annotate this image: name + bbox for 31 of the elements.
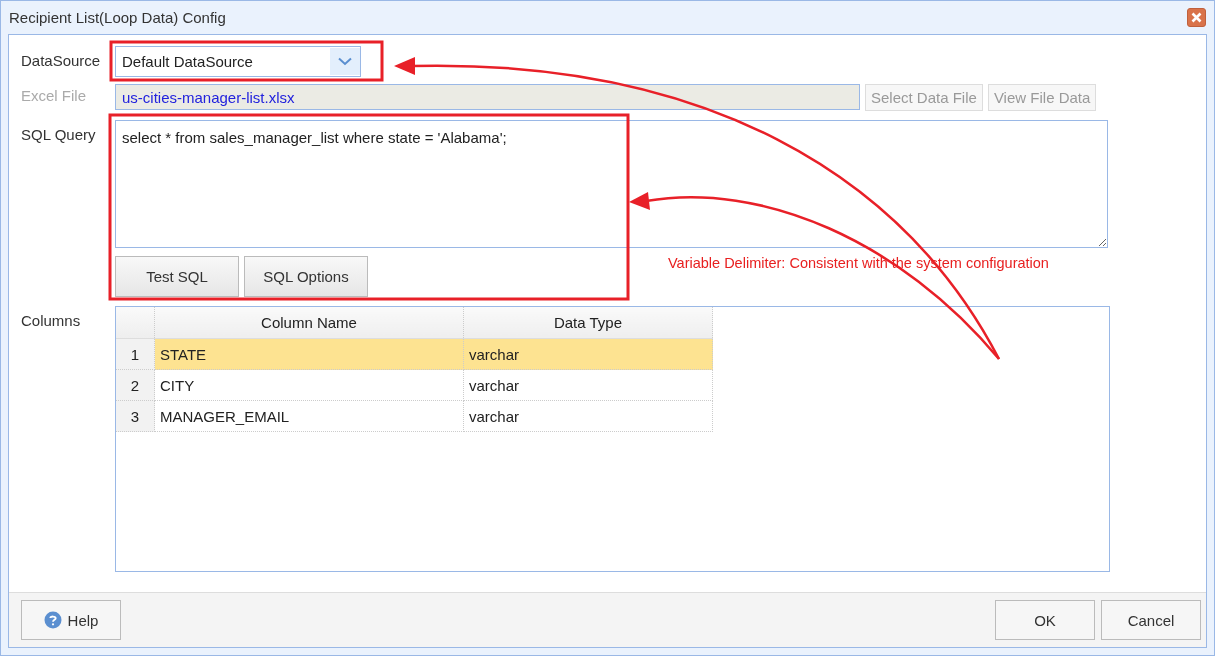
field-label: DataSource [21, 51, 102, 71]
cancel-button[interactable]: Cancel [1101, 600, 1201, 640]
row-number: 1 [116, 338, 155, 370]
datasource-dropdown[interactable]: Default DataSource [115, 46, 361, 77]
row-number: 3 [116, 400, 155, 432]
chevron-down-icon [338, 57, 352, 66]
sql-options-button[interactable]: SQL Options [244, 256, 368, 297]
close-icon [1191, 12, 1202, 23]
table-row[interactable]: 3 MANAGER_EMAIL varchar [116, 400, 713, 432]
header-corner [116, 307, 155, 339]
field-label: Excel File [21, 86, 88, 106]
row-number: 2 [116, 369, 155, 401]
field-label: Columns [21, 311, 82, 331]
table-cell: STATE [154, 338, 464, 370]
sql-query-field[interactable]: select * from sales_manager_list where state = 'Alabama'; [115, 120, 1108, 248]
table-cell: varchar [463, 400, 713, 432]
help-icon [43, 611, 62, 629]
column-header[interactable]: Column Name [154, 307, 464, 339]
table-cell: varchar [463, 369, 713, 401]
table-row[interactable]: 1 STATE varchar [116, 338, 713, 370]
table-cell: CITY [154, 369, 464, 401]
table-cell: MANAGER_EMAIL [154, 400, 464, 432]
ok-button[interactable]: OK [995, 600, 1095, 640]
table-row[interactable]: 2 CITY varchar [116, 369, 713, 401]
window-title: Recipient List(Loop Data) Config [9, 9, 226, 26]
help-button[interactable]: Help [21, 600, 121, 640]
close-button[interactable] [1187, 8, 1206, 27]
column-header[interactable]: Data Type [463, 307, 713, 339]
table-cell: varchar [463, 338, 713, 370]
field-label: SQL Query [21, 125, 97, 145]
test-sql-button[interactable]: Test SQL [115, 256, 239, 297]
